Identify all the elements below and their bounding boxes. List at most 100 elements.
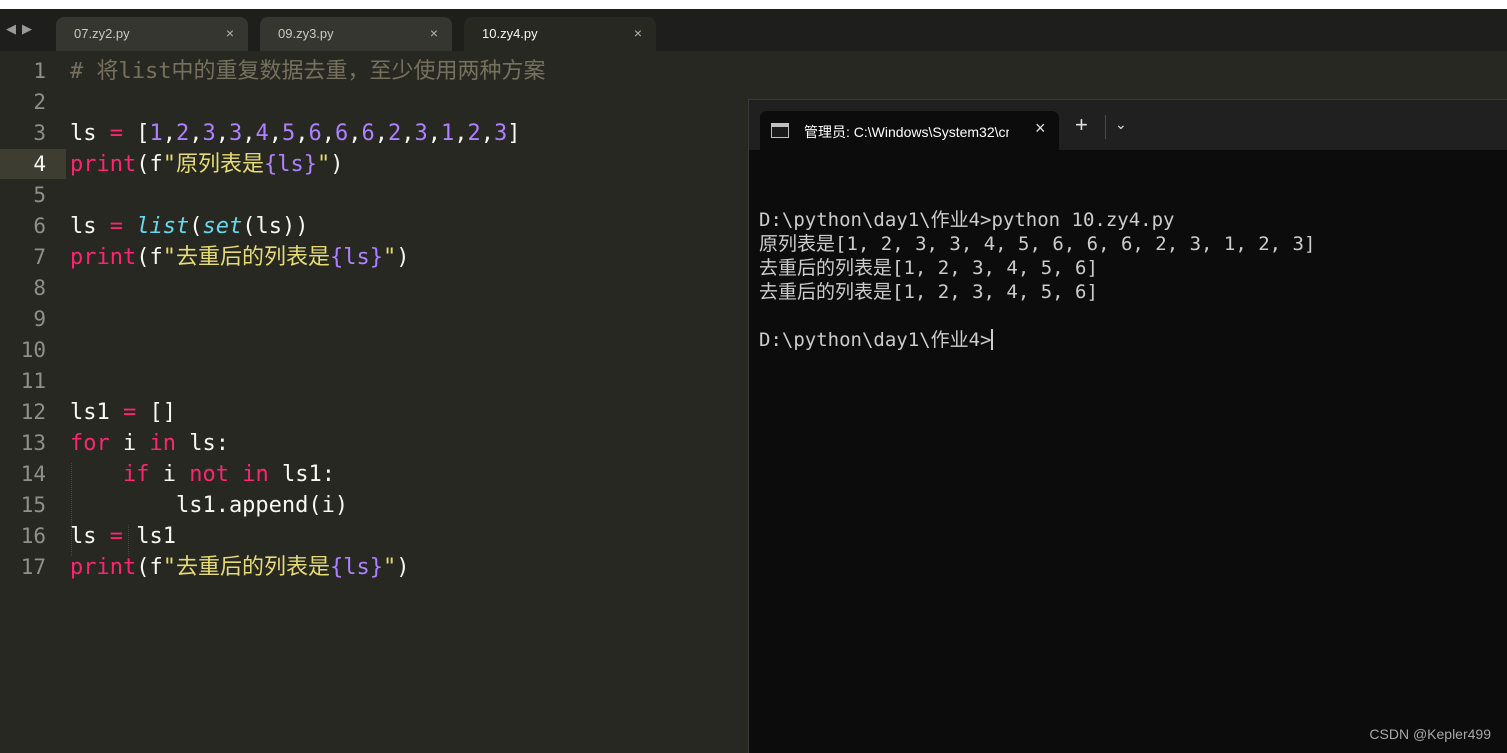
code-token: ls <box>70 524 110 549</box>
code-token: (f <box>136 152 163 177</box>
code-token: if <box>122 462 150 487</box>
code-token: [] <box>136 400 176 425</box>
line-number: 5 <box>33 183 46 207</box>
new-tab-plus-icon[interactable]: + <box>1075 114 1088 136</box>
code-token: 3 <box>414 121 428 146</box>
terminal-line: D:\python\day1\作业4>python 10.zy4.py <box>759 209 1175 231</box>
cmd-icon <box>771 123 789 138</box>
code-token: 1 <box>441 121 455 146</box>
line-number: 15 <box>20 493 46 517</box>
code-token: , <box>242 121 256 146</box>
code-token: ( <box>189 214 203 239</box>
code-line: for i in ls: <box>70 428 545 459</box>
code-token: 1 <box>149 121 163 146</box>
tab-label: 07.zy2.py <box>74 26 130 41</box>
close-icon[interactable]: × <box>430 25 438 41</box>
terminal-prompt-line[interactable]: D:\python\day1\作业4> <box>759 328 1315 352</box>
code-token: 6 <box>361 121 375 146</box>
code-area[interactable]: # 将list中的重复数据去重，至少使用两种方案 ls = [1,2,3,3,4… <box>70 56 545 583</box>
code-token: ] <box>507 121 521 146</box>
close-icon[interactable]: × <box>634 25 642 41</box>
back-arrow-icon[interactable]: ◀ <box>6 21 22 36</box>
code-token: 3 <box>229 121 243 146</box>
code-token: , <box>215 121 229 146</box>
chevron-down-icon[interactable]: ⌄ <box>1115 116 1127 133</box>
code-token: print <box>70 245 137 270</box>
code-token: , <box>189 121 203 146</box>
code-token: ls1 <box>70 400 123 425</box>
code-token: 2 <box>467 121 481 146</box>
line-number: 2 <box>33 90 46 114</box>
code-token: , <box>321 121 335 146</box>
code-token: , <box>401 121 415 146</box>
code-token: , <box>162 121 176 146</box>
code-token: # 将list中的重复数据去重，至少使用两种方案 <box>70 59 546 84</box>
forward-arrow-icon[interactable]: ▶ <box>22 21 38 36</box>
code-token: "去重后的列表是 <box>162 245 330 270</box>
code-line: print(f"去重后的列表是{ls}") <box>70 552 545 583</box>
code-token: ) <box>396 245 410 270</box>
terminal-line: 去重后的列表是[1, 2, 3, 4, 5, 6] <box>759 257 1098 279</box>
code-token: , <box>374 121 388 146</box>
code-token: in <box>242 462 269 487</box>
tab-label: 09.zy3.py <box>278 26 334 41</box>
code-token: ) <box>396 555 410 580</box>
watermark: CSDN @Kepler499 <box>1369 726 1491 742</box>
code-token: "去重后的列表是 <box>162 555 330 580</box>
line-number: 10 <box>20 338 46 362</box>
code-token: , <box>454 121 468 146</box>
code-token: ls1: <box>268 462 335 487</box>
code-token: = <box>109 524 123 549</box>
tab-09-zy3[interactable]: 09.zy3.py × <box>260 17 452 51</box>
code-token: print <box>70 555 137 580</box>
line-number: 7 <box>33 245 46 269</box>
line-number: 12 <box>20 400 46 424</box>
close-icon[interactable]: × <box>226 25 234 41</box>
code-token: , <box>427 121 441 146</box>
code-token: 6 <box>308 121 322 146</box>
close-icon[interactable]: × <box>1035 118 1046 139</box>
code-token: , <box>268 121 282 146</box>
code-token: "原列表是 <box>162 152 264 177</box>
code-token: ls1.append(i) <box>70 493 349 518</box>
tab-label: 10.zy4.py <box>482 26 538 41</box>
code-token: = <box>109 121 123 146</box>
line-number: 11 <box>20 369 46 393</box>
terminal-window[interactable]: 管理员: C:\Windows\System32\cmd.exe × + ⌄ D… <box>748 99 1507 753</box>
code-token: ) <box>330 152 344 177</box>
code-token: {ls} <box>329 555 383 580</box>
code-token: ls1 <box>123 524 176 549</box>
text-cursor <box>991 329 994 350</box>
terminal-prompt: D:\python\day1\作业4> <box>759 329 992 351</box>
code-token: , <box>480 121 494 146</box>
code-token: ls <box>70 214 110 239</box>
code-token: " <box>382 245 397 270</box>
tab-10-zy4[interactable]: 10.zy4.py × <box>464 17 656 51</box>
code-line: ls1.append(i) <box>70 490 545 521</box>
terminal-line: 原列表是[1, 2, 3, 3, 4, 5, 6, 6, 6, 2, 3, 1,… <box>759 233 1316 255</box>
code-token: i <box>149 462 190 487</box>
tab-nav-arrows[interactable]: ◀▶ <box>6 21 38 37</box>
code-token: 2 <box>388 121 402 146</box>
terminal-line: 去重后的列表是[1, 2, 3, 4, 5, 6] <box>759 281 1098 303</box>
line-number: 1 <box>33 59 46 83</box>
code-token: i <box>109 431 150 456</box>
terminal-output[interactable]: D:\python\day1\作业4>python 10.zy4.py 原列表是… <box>759 184 1315 352</box>
code-token: = <box>122 400 137 425</box>
terminal-tab[interactable]: 管理员: C:\Windows\System32\cmd.exe × <box>760 111 1059 150</box>
code-token: " <box>382 555 397 580</box>
code-token: print <box>70 152 137 177</box>
code-token: 6 <box>335 121 349 146</box>
code-line: if i not in ls1: <box>70 459 545 490</box>
code-line: ls = ls1 <box>70 521 545 552</box>
indent-guide <box>71 463 72 556</box>
code-line: # 将list中的重复数据去重，至少使用两种方案 <box>70 56 545 87</box>
line-number: 14 <box>20 462 46 486</box>
code-token: [ <box>123 121 150 146</box>
tab-07-zy2[interactable]: 07.zy2.py × <box>56 17 248 51</box>
code-token: (f <box>136 245 163 270</box>
